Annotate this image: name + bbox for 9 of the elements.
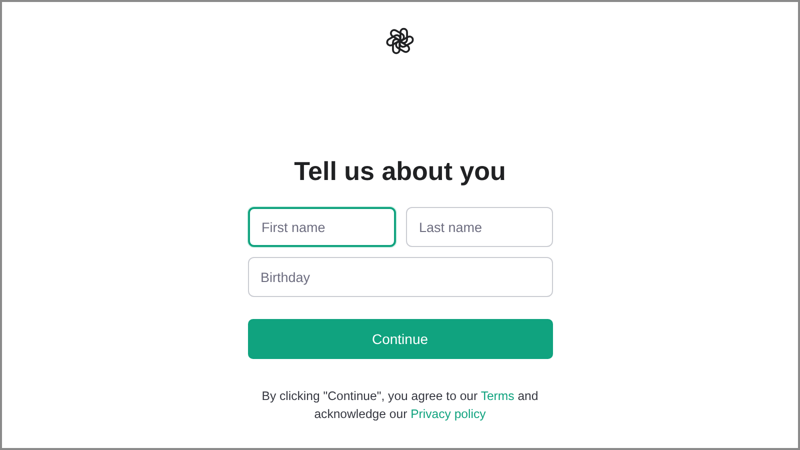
- input-field[interactable]: First name: [248, 207, 396, 247]
- input-field[interactable]: Birthday: [248, 257, 552, 297]
- continue-button[interactable]: Continue: [248, 319, 552, 359]
- page-heading: Tell us about you: [294, 156, 506, 187]
- terms-link[interactable]: Terms: [480, 389, 514, 403]
- privacy-policy-link[interactable]: Privacy policy: [410, 407, 486, 421]
- logo-icon: [385, 26, 415, 56]
- legal-text: By clicking "Continue", you agree to our Terms and acknowledge our Privacy policy: [260, 388, 540, 423]
- input-field[interactable]: Last name: [406, 207, 552, 247]
